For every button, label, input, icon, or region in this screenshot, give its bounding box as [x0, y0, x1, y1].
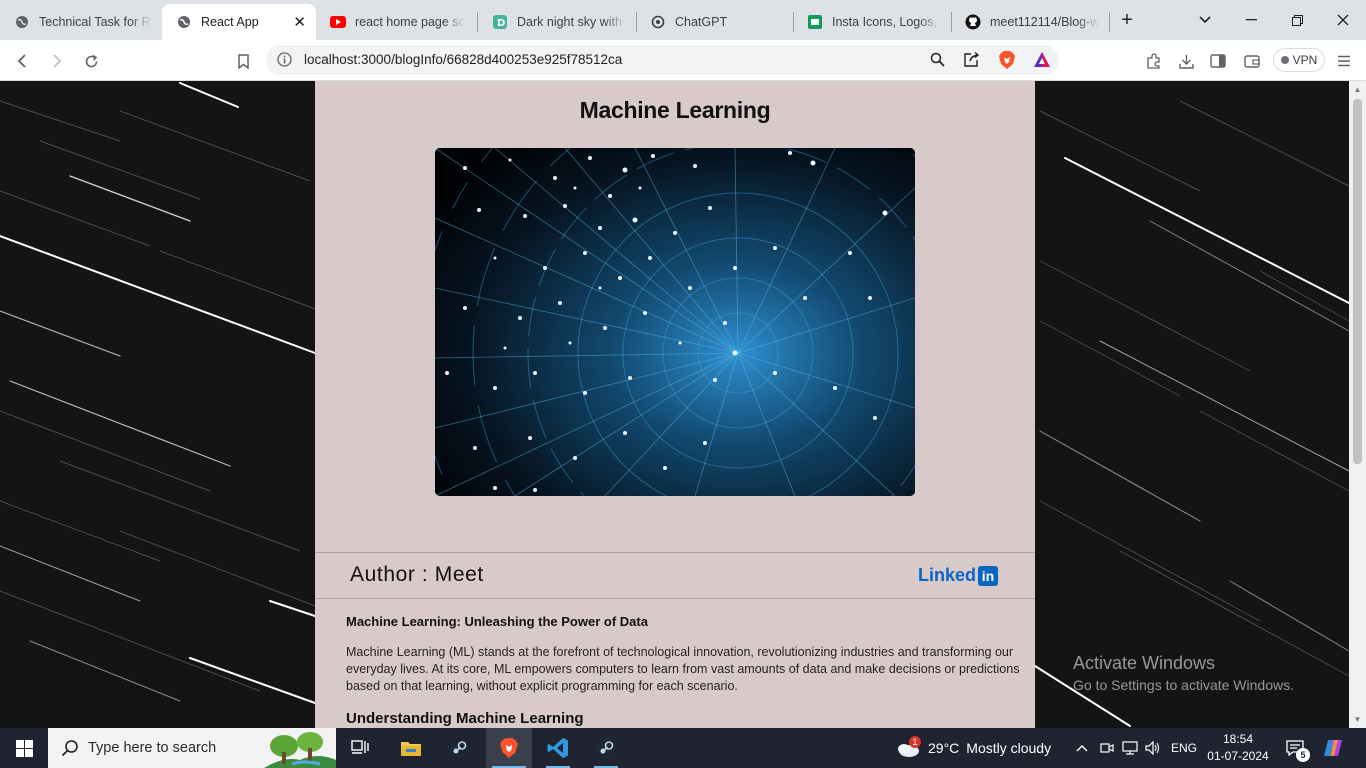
tab-technical-task[interactable]: Technical Task for Rea [0, 4, 162, 40]
tab-title: react home page scro [355, 15, 466, 29]
tab-title: meet112114/Blog-we [990, 15, 1099, 29]
vpn-status-icon [1280, 56, 1289, 64]
task-view-icon[interactable] [344, 728, 376, 768]
forward-icon[interactable] [44, 49, 68, 73]
tab-title: Insta Icons, Logos, Sy [832, 15, 941, 29]
browser-toolbar: localhost:3000/blogInfo/66828d400253e925… [0, 40, 1366, 81]
weather-temperature: 29°C [928, 740, 960, 756]
minimize-icon[interactable] [1239, 8, 1263, 32]
article-author: Author : Meet [350, 563, 484, 586]
bookmark-icon[interactable] [231, 49, 255, 73]
weather-icon[interactable]: 1 [893, 728, 923, 768]
meet-now-icon[interactable] [1097, 728, 1117, 768]
weather-alert-badge: 1 [909, 736, 921, 748]
linkedin-icon: in [978, 565, 999, 586]
show-hidden-icons-chevron-icon[interactable] [1073, 728, 1091, 768]
back-icon[interactable] [11, 49, 35, 73]
tab-dark-night-sky[interactable]: D Dark night sky with b [478, 4, 636, 40]
vpn-button[interactable]: VPN [1273, 48, 1325, 72]
tab-react-app[interactable]: React App ✕ [162, 4, 316, 40]
youtube-icon [330, 14, 346, 30]
network-icon[interactable] [1120, 728, 1140, 768]
page-viewport: Machine Learning Author: Meet Linked in… [0, 81, 1366, 728]
network-lines-image [435, 148, 915, 496]
scrollbar-thumb[interactable] [1353, 99, 1362, 464]
vscode-icon[interactable] [538, 728, 578, 768]
share-icon[interactable] [963, 51, 980, 73]
browser-tab-strip: Technical Task for Rea React App ✕ react… [0, 0, 1366, 40]
tab-title: Dark night sky with b [517, 15, 626, 29]
page-scrollbar[interactable]: ▲ ▼ [1349, 81, 1366, 728]
notification-count-badge: 5 [1296, 748, 1310, 762]
clock-time: 18:54 [1222, 732, 1254, 746]
article-hero-image [435, 148, 915, 496]
notification-center-icon[interactable]: 5 [1282, 728, 1310, 768]
search-highlight-image [264, 730, 336, 768]
wallet-icon[interactable] [1240, 49, 1264, 73]
site-info-icon[interactable] [277, 52, 292, 72]
input-language[interactable]: ENG [1168, 728, 1200, 768]
copilot-icon[interactable] [1318, 728, 1348, 768]
linkedin-logo-text: Linked [918, 565, 977, 585]
file-explorer-icon[interactable] [393, 728, 429, 768]
linkedin-link[interactable]: Linked in [918, 565, 999, 586]
brave-shields-icon[interactable] [998, 50, 1016, 75]
close-window-icon[interactable] [1331, 8, 1355, 32]
article-title: Machine Learning [579, 97, 771, 123]
sidebar-icon[interactable] [1206, 49, 1230, 73]
scroll-up-arrow[interactable]: ▲ [1353, 85, 1362, 94]
globe-icon [176, 14, 192, 30]
vpn-label: VPN [1292, 53, 1318, 67]
search-placeholder: Type here to search [88, 740, 217, 756]
restore-icon[interactable] [1285, 8, 1309, 32]
new-tab-icon[interactable]: + [1116, 8, 1138, 32]
weather-description: Mostly cloudy [966, 740, 1052, 756]
svg-text:D: D [497, 18, 505, 29]
blog-article: Machine Learning Author: Meet Linked in… [315, 81, 1035, 728]
weather-widget[interactable]: 29°C Mostly cloudy [928, 728, 1058, 768]
d-icon: D [492, 14, 508, 30]
taskbar-search-box[interactable]: Type here to search [48, 728, 336, 768]
windows-taskbar: Type here to search 1 29°C Mostly cloudy [0, 728, 1366, 768]
zoom-icon[interactable] [930, 52, 945, 72]
tab-chatgpt[interactable]: ChatGPT [636, 4, 794, 40]
address-bar[interactable]: localhost:3000/blogInfo/66828d400253e925… [266, 45, 1059, 75]
divider [315, 552, 1035, 553]
extensions-icon[interactable] [1142, 49, 1166, 73]
search-icon [61, 739, 79, 762]
url-text: localhost:3000/blogInfo/66828d400253e925… [304, 52, 623, 67]
tab-title: Technical Task for Rea [39, 15, 152, 29]
volume-icon[interactable] [1143, 728, 1163, 768]
steam-icon[interactable] [441, 728, 477, 768]
brave-rewards-icon[interactable] [1033, 51, 1051, 73]
close-tab-icon[interactable]: ✕ [293, 13, 306, 31]
tab-search-chevron-icon[interactable] [1193, 8, 1217, 32]
article-subheading: Understanding Machine Learning [346, 710, 584, 727]
tab-insta-icons[interactable]: Insta Icons, Logos, Sy [793, 4, 951, 40]
tab-title: React App [201, 15, 259, 29]
windows-start-icon[interactable] [0, 728, 48, 768]
steam-running-icon[interactable] [586, 728, 626, 768]
tab-youtube[interactable]: react home page scro [316, 4, 476, 40]
globe-icon [14, 14, 30, 30]
activate-windows-watermark: Activate Windows Go to Settings to activ… [1073, 653, 1294, 693]
download-icon[interactable] [1174, 49, 1198, 73]
clock-date: 01-07-2024 [1207, 749, 1269, 763]
system-clock[interactable]: 18:54 01-07-2024 [1204, 728, 1272, 768]
sheets-icon [807, 14, 823, 30]
tab-github[interactable]: meet112114/Blog-we [951, 4, 1109, 40]
github-icon [965, 14, 981, 30]
menu-icon[interactable] [1332, 49, 1356, 73]
article-paragraph: Machine Learning (ML) stands at the fore… [346, 645, 1020, 693]
brave-taskbar-icon[interactable] [486, 728, 532, 768]
tab-title: ChatGPT [675, 15, 728, 29]
scroll-down-arrow[interactable]: ▼ [1353, 715, 1362, 724]
reload-icon[interactable] [79, 49, 103, 73]
chatgpt-icon [650, 14, 666, 30]
divider [315, 598, 1035, 599]
section-title: Machine Learning: Unleashing the Power o… [346, 614, 648, 629]
